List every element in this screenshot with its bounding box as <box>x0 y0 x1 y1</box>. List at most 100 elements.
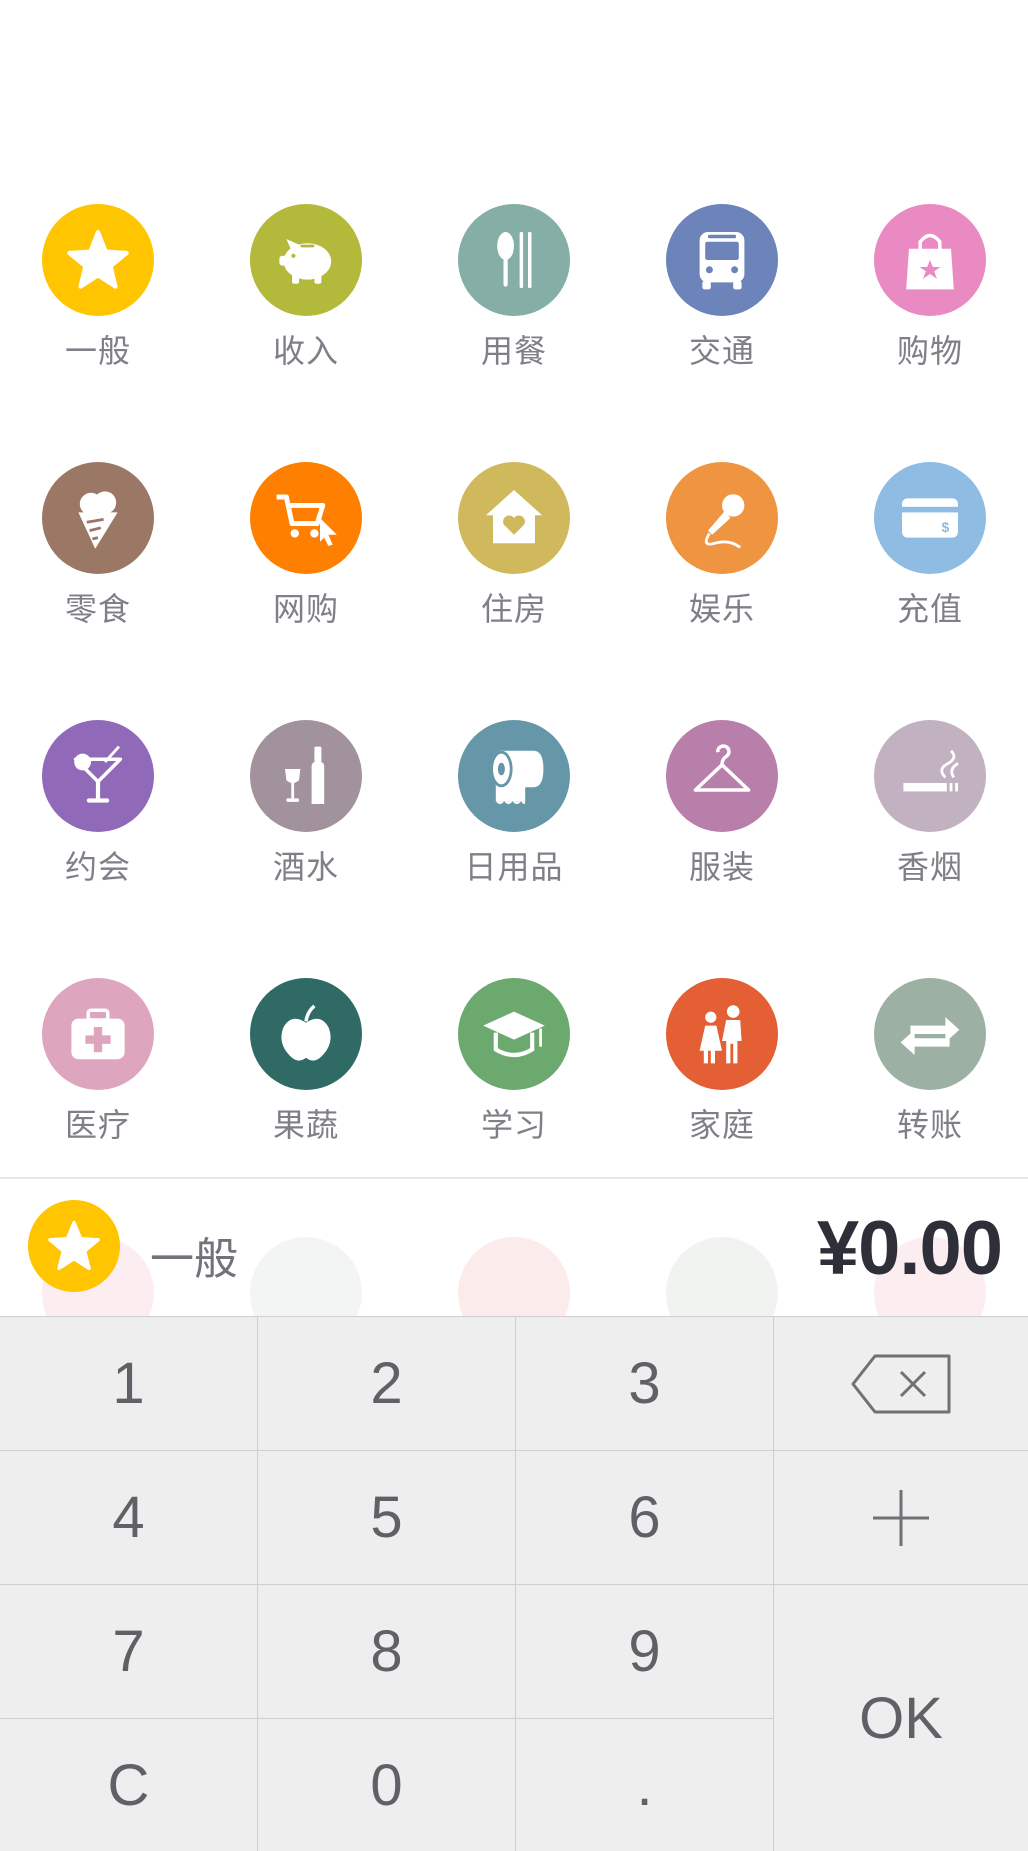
key-9[interactable]: 9 <box>516 1585 774 1719</box>
keypad: 1 2 3 4 5 6 7 8 9 OK C 0 . <box>0 1316 1028 1851</box>
category-label: 一般 <box>64 332 131 370</box>
star-icon <box>48 1220 100 1271</box>
wine-bottle-icon <box>285 746 325 804</box>
category-label: 香烟 <box>896 848 963 886</box>
category-label: 医疗 <box>64 1106 131 1144</box>
category-circle: $ <box>874 462 986 574</box>
category-microphone[interactable]: 娱乐 <box>618 462 826 662</box>
category-wine-bottle[interactable]: 酒水 <box>202 720 410 920</box>
selected-category-label: 一般 <box>150 1234 238 1285</box>
transfer-arrows-icon <box>900 1017 960 1055</box>
apple-icon <box>281 1004 331 1061</box>
key-0[interactable]: 0 <box>258 1719 516 1851</box>
ok-button[interactable]: OK <box>774 1585 1028 1851</box>
star-icon <box>67 229 129 289</box>
cocktail-icon <box>73 745 123 803</box>
category-spoon-chopsticks[interactable]: 用餐 <box>410 204 618 404</box>
selected-category-icon[interactable] <box>28 1200 120 1292</box>
key-7[interactable]: 7 <box>0 1585 258 1719</box>
key-5[interactable]: 5 <box>258 1451 516 1585</box>
key-3[interactable]: 3 <box>516 1317 774 1451</box>
category-label: 学习 <box>480 1106 547 1144</box>
category-label: 服装 <box>688 848 755 886</box>
category-label: 网购 <box>272 590 339 628</box>
piggy-bank-icon <box>279 239 332 284</box>
category-piggy-bank[interactable]: 收入 <box>202 204 410 404</box>
backspace-button[interactable] <box>774 1317 1028 1451</box>
spoon-chopsticks-icon <box>497 232 532 288</box>
category-circle <box>42 462 154 574</box>
category-star[interactable]: 一般 <box>0 204 202 404</box>
toilet-paper-icon <box>490 750 544 804</box>
category-label: 充值 <box>896 590 963 628</box>
category-circle <box>874 204 986 316</box>
hanger-icon <box>693 744 751 792</box>
backspace-icon <box>851 1354 951 1413</box>
category-label: 交通 <box>688 332 755 370</box>
category-cart-cursor[interactable]: 网购 <box>202 462 410 662</box>
category-circle <box>250 204 362 316</box>
category-family[interactable]: 家庭 <box>618 978 826 1178</box>
cart-cursor-icon <box>276 494 337 546</box>
category-circle <box>250 462 362 574</box>
category-toilet-paper[interactable]: 日用品 <box>410 720 618 920</box>
cigarette-icon <box>903 749 959 792</box>
amount-bar: 一般 ¥0.00 <box>0 1179 1028 1316</box>
category-label: 娱乐 <box>688 590 755 628</box>
category-circle <box>874 978 986 1090</box>
category-apple[interactable]: 果蔬 <box>202 978 410 1178</box>
category-shopping-bag[interactable]: 购物 <box>826 204 1028 404</box>
category-circle <box>666 204 778 316</box>
key-1[interactable]: 1 <box>0 1317 258 1451</box>
category-label: 零食 <box>64 590 131 628</box>
category-circle <box>458 720 570 832</box>
bus-icon <box>699 232 745 290</box>
category-bus[interactable]: 交通 <box>618 204 826 404</box>
category-ice-cream[interactable]: 零食 <box>0 462 202 662</box>
category-label: 购物 <box>896 332 963 370</box>
category-credit-card[interactable]: $ 充值 <box>826 462 1028 662</box>
category-label: 酒水 <box>272 848 339 886</box>
category-circle <box>250 720 362 832</box>
key-2[interactable]: 2 <box>258 1317 516 1451</box>
svg-text:$: $ <box>942 519 950 535</box>
category-circle <box>666 462 778 574</box>
clear-button[interactable]: C <box>0 1719 258 1851</box>
category-hanger[interactable]: 服装 <box>618 720 826 920</box>
credit-card-icon: $ <box>902 498 958 538</box>
amount-display: ¥0.00 <box>816 1206 1003 1291</box>
category-circle <box>666 978 778 1090</box>
house-heart-icon <box>486 490 542 544</box>
decimal-point-button[interactable]: . <box>516 1719 774 1851</box>
category-label: 家庭 <box>688 1106 755 1144</box>
category-transfer-arrows[interactable]: 转账 <box>826 978 1028 1178</box>
microphone-icon <box>704 494 745 549</box>
category-cocktail[interactable]: 约会 <box>0 720 202 920</box>
category-graduation-cap[interactable]: 学习 <box>410 978 618 1178</box>
category-label: 转账 <box>896 1106 963 1144</box>
ice-cream-icon <box>78 491 118 549</box>
category-circle <box>666 720 778 832</box>
category-circle <box>42 720 154 832</box>
category-label: 日用品 <box>464 848 564 886</box>
category-circle <box>874 720 986 832</box>
category-circle <box>458 204 570 316</box>
category-label: 果蔬 <box>272 1106 339 1144</box>
key-6[interactable]: 6 <box>516 1451 774 1585</box>
plus-button[interactable] <box>774 1451 1028 1585</box>
category-circle <box>42 204 154 316</box>
category-circle <box>458 978 570 1090</box>
medical-kit-icon <box>71 1008 125 1060</box>
category-medical-kit[interactable]: 医疗 <box>0 978 202 1178</box>
category-house-heart[interactable]: 住房 <box>410 462 618 662</box>
category-circle <box>42 978 154 1090</box>
category-cigarette[interactable]: 香烟 <box>826 720 1028 920</box>
plus-icon <box>873 1489 929 1546</box>
key-4[interactable]: 4 <box>0 1451 258 1585</box>
key-8[interactable]: 8 <box>258 1585 516 1719</box>
category-label: 用餐 <box>480 332 547 370</box>
category-label: 住房 <box>480 590 547 628</box>
category-label: 约会 <box>64 848 131 886</box>
category-circle <box>458 462 570 574</box>
category-circle <box>250 978 362 1090</box>
